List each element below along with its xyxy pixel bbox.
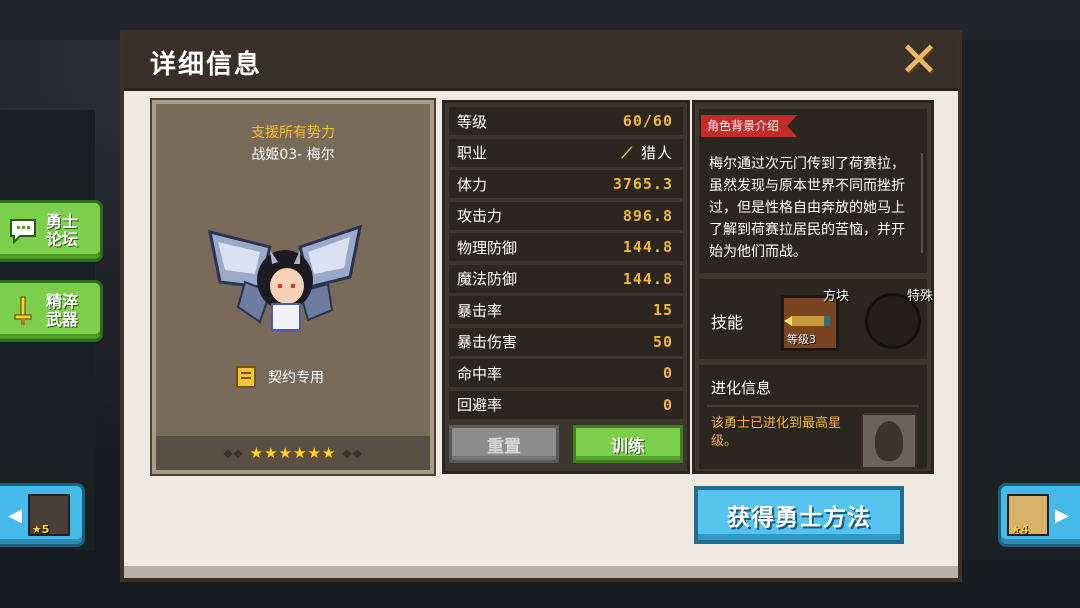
stat-value: 0 xyxy=(662,395,673,414)
skill-slot-block[interactable]: 方块 等级3 xyxy=(779,285,849,351)
stat-label: 暴击率 xyxy=(457,301,503,320)
hero-silhouette-icon xyxy=(861,413,917,469)
chat-bubble-icon xyxy=(6,214,40,248)
contract-label: 契约专用 xyxy=(268,370,324,386)
contract-badge: 契约专用 xyxy=(234,364,324,390)
stat-attack: 攻击力 896.8 xyxy=(449,201,683,230)
stat-level: 等级 60/60 xyxy=(449,107,683,135)
stat-crit-dmg: 暴击伤害 50 xyxy=(449,327,683,356)
stat-dodge-rate: 回避率 0 xyxy=(449,390,683,419)
detail-dialog: 详细信息 ✕ 支援所有势力 战姬03- 梅尔 契约专用 ◆◆ ★★★★★★ ◆◆… xyxy=(120,30,962,582)
stat-hp: 体力 3765.3 xyxy=(449,170,683,198)
stat-label: 职业 xyxy=(457,144,488,162)
support-text: 支援所有势力 xyxy=(251,125,335,141)
dialog-title: 详细信息 xyxy=(150,50,263,80)
right-hud-area xyxy=(960,40,1080,560)
stat-value: 144.8 xyxy=(622,238,673,256)
forum-label: 勇士 论坛 xyxy=(45,212,78,249)
stat-class: 职业 ⟋ 猎人 xyxy=(449,138,683,167)
chevron-right-icon: ▶ xyxy=(1055,504,1069,526)
dialog-bottom-edge xyxy=(124,566,958,578)
stat-value: 60/60 xyxy=(622,112,673,130)
hero-name: 战姬03- 梅尔 xyxy=(251,147,335,163)
prev-hero-button[interactable]: ◀ ★5 xyxy=(0,483,85,547)
stat-buttons: 重置 训练 xyxy=(449,425,683,463)
stat-value: 3765.3 xyxy=(612,175,673,193)
evolution-message: 该勇士已进化到最高星级。 xyxy=(711,416,842,449)
stat-label: 魔法防御 xyxy=(457,270,518,288)
close-icon[interactable]: ✕ xyxy=(896,36,942,84)
background-section: 角色背景介绍 梅尔通过次元门传到了荷赛拉，虽然发现与原本世界不同而挫折过，但是性… xyxy=(699,109,927,273)
stat-label: 体力 xyxy=(457,175,488,194)
info-panel: 角色背景介绍 梅尔通过次元门传到了荷赛拉，虽然发现与原本世界不同而挫折过，但是性… xyxy=(692,100,934,474)
rarity-stars: ★★★★★★ xyxy=(249,444,337,462)
stat-phys-def: 物理防御 144.8 xyxy=(449,233,683,261)
background-tag: 角色背景介绍 xyxy=(701,115,797,137)
stat-label: 物理防御 xyxy=(457,238,518,257)
stat-value: 15 xyxy=(652,301,673,319)
skill-slot-special[interactable]: 特殊 xyxy=(861,285,933,351)
dialog-titlebar: 详细信息 ✕ xyxy=(124,34,958,91)
hero-card: 支援所有势力 战姬03- 梅尔 契约专用 ◆◆ ★★★★★★ ◆◆ xyxy=(150,98,436,476)
bow-icon: ⟋ xyxy=(621,143,633,162)
reset-button[interactable]: 重置 xyxy=(449,425,559,463)
stat-value: ⟋ 猎人 xyxy=(621,142,673,163)
stat-label: 攻击力 xyxy=(457,207,503,225)
stat-hit-rate: 命中率 0 xyxy=(449,359,683,387)
stat-label: 命中率 xyxy=(457,364,503,383)
stat-value: 896.8 xyxy=(622,206,673,225)
skill-slot-special-tag: 特殊 xyxy=(906,289,933,304)
evolution-heading: 进化信息 xyxy=(711,379,772,397)
skills-section: 技能 方块 等级3 特殊 xyxy=(699,279,933,359)
stat-label: 暴击伤害 xyxy=(457,333,518,351)
background-text: 梅尔通过次元门传到了荷赛拉，虽然发现与原本世界不同而挫折过，但是性格自由奔放的她… xyxy=(709,156,905,260)
prev-hero-stars: ★5 xyxy=(31,523,50,536)
sword-icon xyxy=(6,294,40,328)
stat-label: 等级 xyxy=(457,112,488,131)
background-scrollbar[interactable] xyxy=(921,153,923,253)
obtain-hero-button[interactable]: 获得勇士方法 xyxy=(694,486,904,544)
stat-value: 50 xyxy=(652,332,673,351)
stat-value: 144.8 xyxy=(622,269,673,288)
evolution-section: 进化信息 该勇士已进化到最高星级。 xyxy=(699,365,927,469)
train-button[interactable]: 训练 xyxy=(573,425,683,463)
stat-magic-def: 魔法防御 144.8 xyxy=(449,264,683,293)
next-hero-button[interactable]: ★4 ▶ xyxy=(998,483,1080,547)
stat-label: 回避率 xyxy=(457,396,503,414)
evolution-divider xyxy=(707,405,919,407)
forum-button[interactable]: 勇士 论坛 xyxy=(0,200,103,262)
stat-crit-rate: 暴击率 15 xyxy=(449,296,683,324)
next-hero-portrait: ★4 xyxy=(1007,494,1049,536)
next-hero-stars: ★4 xyxy=(1011,523,1029,536)
hero-sprite xyxy=(200,212,370,342)
star-deco-right: ◆◆ xyxy=(342,446,363,460)
star-rating: ◆◆ ★★★★★★ ◆◆ xyxy=(156,436,430,470)
stats-panel: 等级 60/60 职业 ⟋ 猎人 体力 3765.3 攻击力 896.8 物理防御 144.… xyxy=(442,100,690,474)
chevron-left-icon: ◀ xyxy=(8,504,22,526)
skills-label: 技能 xyxy=(711,313,744,332)
refine-label: 精淬 武器 xyxy=(45,292,78,329)
prev-hero-portrait: ★5 xyxy=(27,494,70,536)
class-name: 猎人 xyxy=(640,144,673,162)
skill-level: 等级3 xyxy=(787,333,816,346)
stat-value: 0 xyxy=(662,364,673,382)
star-deco-left: ◆◆ xyxy=(223,446,244,460)
refine-weapon-button[interactable]: 精淬 武器 xyxy=(0,280,103,342)
skill-slot-block-tag: 方块 xyxy=(822,289,849,304)
scroll-icon xyxy=(234,364,258,390)
